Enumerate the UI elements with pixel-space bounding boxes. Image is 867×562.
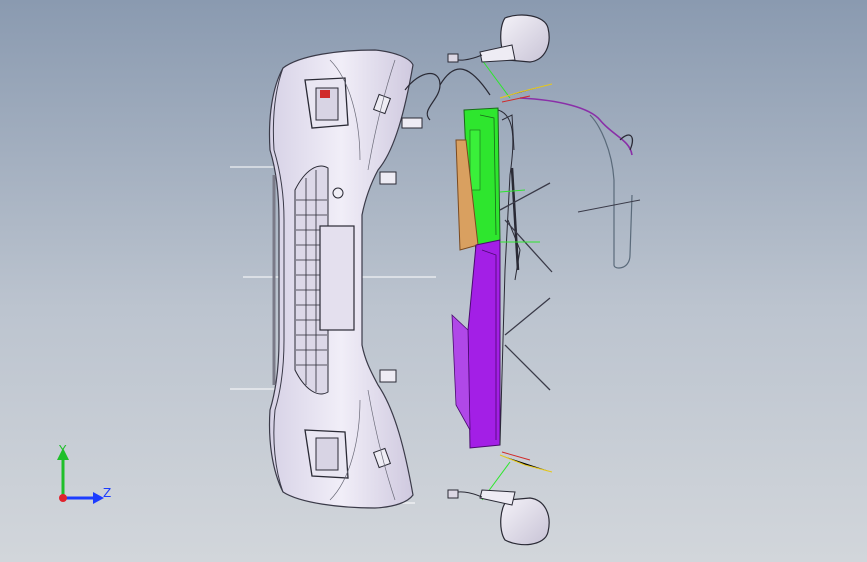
bumper-assembly-exploded-view[interactable]	[0, 0, 867, 562]
bumper-beam[interactable]	[497, 109, 521, 446]
wiring-harness[interactable]	[404, 68, 641, 269]
axis-y-label: Y	[59, 443, 67, 457]
connector-wires	[499, 83, 553, 473]
bracket-purple[interactable]	[451, 239, 501, 449]
triad-axes-icon	[57, 448, 104, 504]
side-mirror-top[interactable]	[447, 14, 550, 63]
side-mirror-bottom[interactable]	[447, 489, 550, 546]
cad-viewport[interactable]: Y Z	[0, 0, 867, 562]
front-bumper[interactable]	[268, 49, 423, 509]
axis-z-label: Z	[103, 486, 112, 500]
coordinate-triad: Y Z	[40, 438, 120, 518]
